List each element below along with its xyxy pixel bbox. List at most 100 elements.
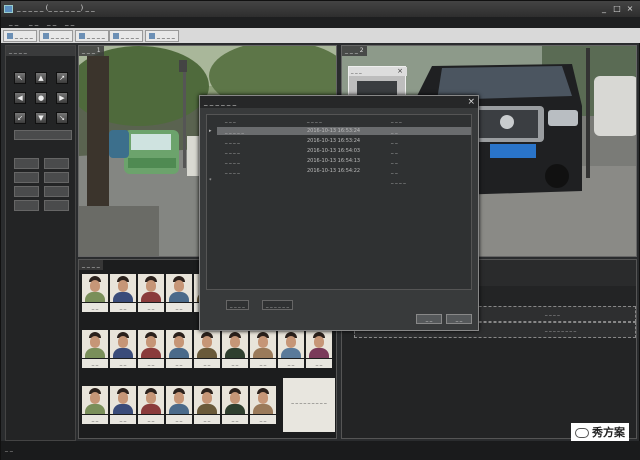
status-bar: _ _ [1, 441, 640, 460]
face-caption: _ _ [222, 415, 248, 424]
control-panel: _ _ _ _ ↖ ▲ ↗ ◀ ● ▶ ↙ ▼ ↘ [5, 45, 76, 441]
control-button-5[interactable] [14, 186, 39, 197]
minimize-button[interactable]: _ [599, 4, 609, 14]
table-cell-status: _ _ [391, 158, 398, 164]
table-row[interactable]: _ _ _ _ 2016-10-13 16:54:22 _ _ [217, 167, 471, 175]
ptz-right-button[interactable]: ▶ [56, 92, 68, 104]
table-cell-name: _ _ _ _ [225, 158, 240, 164]
title-bar: _ _ _ _ _ (_ _ _ _ _ _) _ _ _ □ × [1, 1, 640, 17]
table-row[interactable]: ▸ _ _ _ _ _ 2016-10-13 16:53:24 _ _ [209, 127, 471, 135]
face-caption: _ _ [278, 359, 304, 368]
video-inset-close-button[interactable]: × [397, 67, 403, 75]
face-thumbnail[interactable] [222, 386, 248, 414]
face-thumbnail[interactable] [138, 330, 164, 358]
toolbar-tab-1[interactable]: _ _ _ _ [3, 30, 37, 42]
ptz-up-right-button[interactable]: ↗ [56, 72, 68, 84]
face-thumbnail[interactable] [222, 330, 248, 358]
dialog-tab-1[interactable]: _ _ _ _ [226, 300, 249, 310]
table-cell-time: 2016-10-13 16:53:24 [307, 128, 361, 134]
face-caption: _ _ [82, 415, 108, 424]
ptz-center-button[interactable]: ● [35, 92, 47, 104]
menu-item-1[interactable]: _ _ [9, 18, 18, 26]
ptz-down-left-button[interactable]: ↙ [14, 112, 26, 124]
control-button-7[interactable] [14, 200, 39, 211]
face-caption: _ _ [166, 415, 192, 424]
brand-watermark: 秀方案 [571, 423, 629, 441]
face-thumbnail[interactable] [82, 386, 108, 414]
face-thumbnail[interactable] [138, 274, 164, 302]
dialog-close-button[interactable]: × [467, 97, 475, 107]
table-cell-name: _ _ _ _ [225, 168, 240, 174]
face-thumbnail[interactable] [194, 386, 220, 414]
alarm-row-2-text: _ _ _ _ _ _ _ _ [545, 326, 577, 332]
ptz-down-right-button[interactable]: ↘ [56, 112, 68, 124]
status-text: _ _ [5, 445, 13, 452]
table-cell-time: 2016-10-13 16:54:22 [307, 168, 361, 174]
toolbar-tab-label: _ _ _ _ [51, 32, 69, 39]
ptz-up-left-button[interactable]: ↖ [14, 72, 26, 84]
ptz-left-button[interactable]: ◀ [14, 92, 26, 104]
face-caption: _ _ [166, 303, 192, 312]
control-button-4[interactable] [44, 172, 69, 183]
control-button-6[interactable] [44, 186, 69, 197]
ptz-down-button[interactable]: ▼ [35, 112, 47, 124]
face-thumbnail[interactable] [250, 330, 276, 358]
control-button-1[interactable] [14, 158, 39, 169]
face-caption: _ _ [138, 359, 164, 368]
maximize-button[interactable]: □ [612, 4, 622, 14]
table-cell-marker: ▸ [209, 128, 212, 134]
column-header-status: _ _ _ [391, 117, 402, 123]
toolbar-tab-3[interactable]: _ _ _ _ [75, 30, 109, 42]
dialog-tab-2[interactable]: _ _ _ _ _ _ [262, 300, 293, 310]
table-cell-status: _ _ [391, 128, 398, 134]
control-button-2[interactable] [44, 158, 69, 169]
face-caption: _ _ [250, 359, 276, 368]
table-row[interactable]: _ _ _ _ 2016-10-13 16:53:24 _ _ [217, 137, 471, 145]
face-caption: _ _ [82, 359, 108, 368]
face-thumbnail[interactable] [82, 274, 108, 302]
face-thumbnail[interactable] [194, 330, 220, 358]
cancel-button[interactable]: _ _ [446, 314, 472, 324]
alarm-row-1-text: _ _ _ _ [545, 310, 560, 316]
table-row[interactable]: * _ _ _ _ [209, 177, 471, 185]
brand-text: 秀方案 [592, 426, 625, 439]
face-thumbnail[interactable] [166, 274, 192, 302]
menu-item-4[interactable]: _ _ [65, 18, 74, 26]
video-pane-left-label: _ _ _ 1 [79, 46, 104, 56]
zoom-slider[interactable] [14, 130, 72, 140]
face-panel-label: _ _ _ _ [79, 260, 103, 270]
record-icon [79, 32, 85, 39]
window-title: _ _ _ _ _ (_ _ _ _ _ _) _ _ [17, 4, 95, 12]
face-thumbnail[interactable] [82, 330, 108, 358]
table-row[interactable]: _ _ _ _ 2016-10-13 16:54:03 _ _ [217, 147, 471, 155]
face-thumbnail[interactable] [110, 330, 136, 358]
face-caption: _ _ [194, 359, 220, 368]
table-row[interactable]: _ _ _ _ 2016-10-13 16:54:13 _ _ [217, 157, 471, 165]
menu-item-3[interactable]: _ _ [47, 18, 56, 26]
face-thumbnail[interactable] [250, 386, 276, 414]
toolbar-tab-2[interactable]: _ _ _ _ [39, 30, 73, 42]
ok-button[interactable]: _ _ [416, 314, 442, 324]
toolbar-tab-label: _ _ _ _ [15, 32, 33, 39]
face-caption: _ _ [82, 303, 108, 312]
face-thumbnail[interactable] [166, 330, 192, 358]
face-caption: _ _ [110, 359, 136, 368]
face-thumbnail[interactable] [110, 386, 136, 414]
toolbar: _ _ _ _ _ _ _ _ _ _ _ _ _ _ _ _ _ _ _ _ [1, 28, 640, 43]
control-button-3[interactable] [14, 172, 39, 183]
face-caption: _ _ [110, 303, 136, 312]
face-overlay-text: _ _ _ _ _ _ _ _ _ [283, 378, 335, 432]
face-thumbnail[interactable] [278, 330, 304, 358]
column-header-time: _ _ _ _ [307, 117, 322, 123]
menu-item-2[interactable]: _ _ [29, 18, 38, 26]
grid-icon [149, 32, 155, 39]
toolbar-tab-4[interactable]: _ _ _ _ [109, 30, 143, 42]
close-button[interactable]: × [625, 4, 635, 14]
control-button-8[interactable] [44, 200, 69, 211]
toolbar-tab-5[interactable]: _ _ _ _ [145, 30, 179, 42]
face-thumbnail[interactable] [306, 330, 332, 358]
face-thumbnail[interactable] [110, 274, 136, 302]
face-thumbnail[interactable] [166, 386, 192, 414]
face-thumbnail[interactable] [138, 386, 164, 414]
ptz-up-button[interactable]: ▲ [35, 72, 47, 84]
